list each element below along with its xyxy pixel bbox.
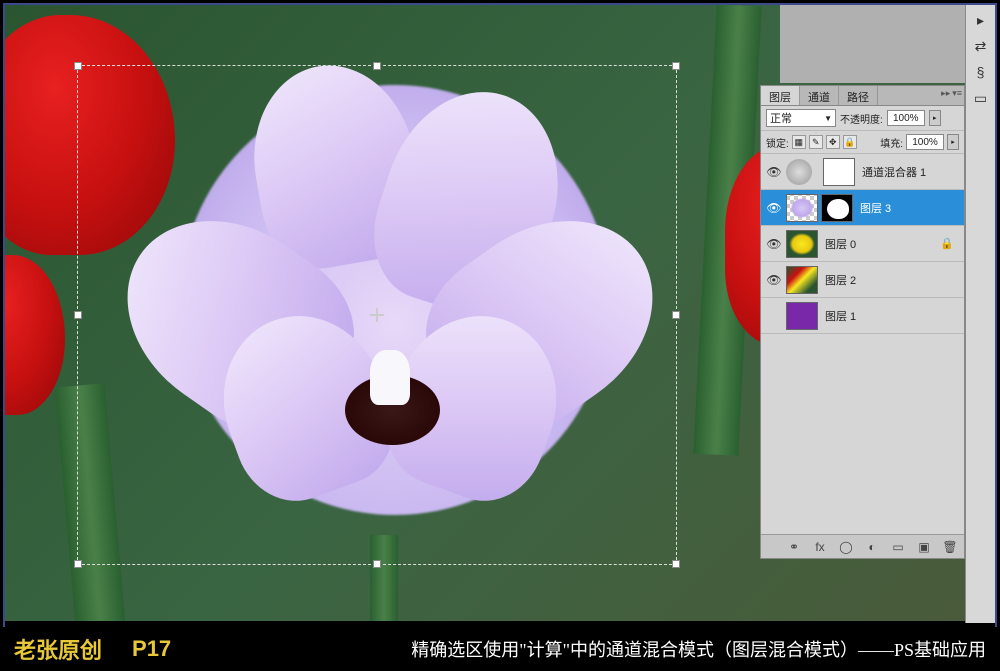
fill-input[interactable]: 100% [906,134,944,150]
lock-transparency-icon[interactable]: ▦ [792,135,806,149]
new-layer-icon[interactable]: ▣ [916,539,932,555]
transform-handle-mr[interactable] [672,311,680,319]
opacity-stepper-icon[interactable]: ▸ [929,110,941,126]
adjustment-layer-icon[interactable]: ◐ [864,539,880,555]
layer-thumb[interactable] [786,230,818,258]
layer-name: 图层 0 [825,236,856,252]
layer-name: 图层 1 [825,308,856,324]
layer-fx-icon[interactable]: fx [812,539,828,555]
decor-stamen [370,350,410,405]
panel-menu-icon[interactable]: ▾≡ [952,88,962,99]
dropdown-arrow-icon: ▼ [824,114,832,123]
tab-channels[interactable]: 通道 [800,86,839,105]
tool-icon[interactable]: § [970,61,992,83]
lock-row: 锁定: ▦ ✎ ✥ 🔒 填充: 100% ▸ [761,131,964,154]
transform-handle-tm[interactable] [373,62,381,70]
layer-name: 图层 2 [825,272,856,288]
visibility-toggle-icon[interactable]: 👁 [765,235,783,253]
visibility-toggle-icon[interactable]: 👁 [765,199,783,217]
decor-stem [370,535,398,621]
layer-thumb[interactable] [786,194,818,222]
visibility-toggle-icon[interactable] [765,307,783,325]
decor-red-flower [5,15,175,255]
collapse-panel-icon[interactable]: ▸▸ [941,88,950,99]
lock-icon: 🔒 [940,237,954,250]
right-toolbar: ▸ ⇄ § ▭ [965,5,995,623]
layer-mask-thumb[interactable] [821,194,853,222]
layer-thumb[interactable] [786,302,818,330]
caption-author: 老张原创 [14,633,102,665]
visibility-toggle-icon[interactable]: 👁 [765,271,783,289]
expand-panel-icon[interactable]: ▸ [970,9,992,31]
tab-paths[interactable]: 路径 [839,86,878,105]
lock-label: 锁定: [766,135,789,150]
layer-row[interactable]: 👁 图层 0 🔒 [761,226,964,262]
channel-mixer-icon [786,159,812,185]
delete-layer-icon[interactable]: 🗑 [942,539,958,555]
opacity-label: 不透明度: [840,111,883,126]
layer-name: 图层 3 [860,200,891,216]
blend-mode-value: 正常 [770,110,792,126]
panel-tabs: 图层 通道 路径 ▸▸ ▾≡ [761,86,964,106]
collapsed-panel-area [780,5,965,83]
layer-row-adjustment[interactable]: 👁 通道混合器 1 [761,154,964,190]
transform-handle-ml[interactable] [74,311,82,319]
new-group-icon[interactable]: ▭ [890,539,906,555]
fill-label: 填充: [880,135,903,150]
caption-bar: 老张原创 P17 精确选区使用"计算"中的通道混合模式（图层混合模式）——PS基… [0,627,1000,671]
fill-stepper-icon[interactable]: ▸ [947,134,959,150]
decor-stem [55,383,126,621]
lock-pixels-icon[interactable]: ✎ [809,135,823,149]
layers-panel-footer: ⚭ fx ◯ ◐ ▭ ▣ 🗑 [761,534,964,558]
layer-row[interactable]: 👁 图层 2 [761,262,964,298]
link-layers-icon[interactable]: ⚭ [786,539,802,555]
lock-position-icon[interactable]: ✥ [826,135,840,149]
caption-page: P17 [132,636,171,662]
visibility-toggle-icon[interactable]: 👁 [765,163,783,181]
tab-layers[interactable]: 图层 [761,86,800,105]
tool-icon[interactable]: ⇄ [970,35,992,57]
layers-panel: 图层 通道 路径 ▸▸ ▾≡ 正常 ▼ 不透明度: 100% ▸ 锁定: ▦ ✎… [760,85,965,559]
blend-mode-row: 正常 ▼ 不透明度: 100% ▸ [761,106,964,131]
layer-thumb[interactable] [786,266,818,294]
layer-list-empty-area [761,334,964,534]
layer-mask-thumb[interactable] [823,158,855,186]
opacity-input[interactable]: 100% [887,110,925,126]
transform-handle-tr[interactable] [672,62,680,70]
tool-icon[interactable]: ▭ [970,87,992,109]
transform-handle-br[interactable] [672,560,680,568]
blend-mode-select[interactable]: 正常 ▼ [766,109,836,127]
layer-row-selected[interactable]: 👁 图层 3 [761,190,964,226]
add-mask-icon[interactable]: ◯ [838,539,854,555]
caption-description: 精确选区使用"计算"中的通道混合模式（图层混合模式）——PS基础应用 [411,636,986,662]
layer-list: 👁 通道混合器 1 👁 图层 3 👁 图层 0 🔒 👁 [761,154,964,334]
layer-name: 通道混合器 1 [862,164,926,180]
layer-row[interactable]: 图层 1 [761,298,964,334]
lock-all-icon[interactable]: 🔒 [843,135,857,149]
